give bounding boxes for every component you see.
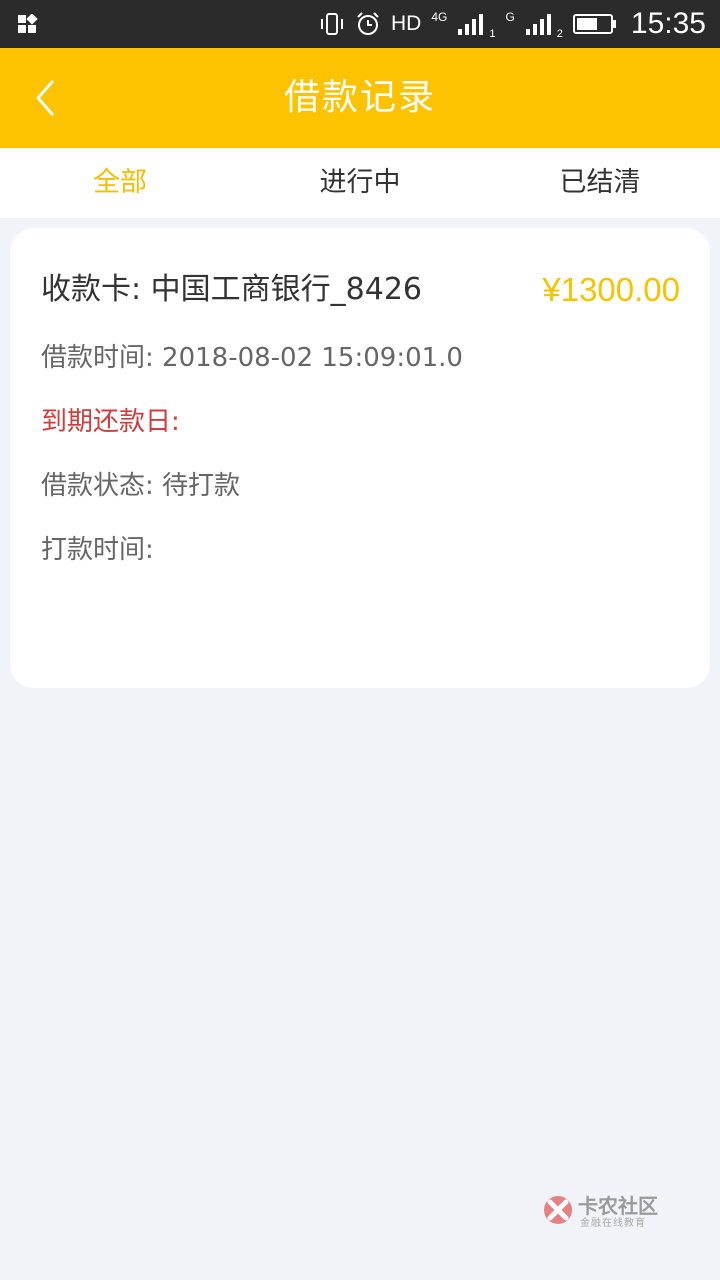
app-grid-icon (17, 14, 39, 36)
watermark-logo-icon (544, 1196, 572, 1224)
battery-icon (572, 13, 617, 35)
loan-time: 借款时间: 2018-08-02 15:09:01.0 (41, 343, 463, 373)
tab-all[interactable]: 全部 (0, 148, 240, 218)
receive-card-label: 收款卡: 中国工商银行_8426 (41, 272, 422, 307)
network-4g-label: 4G (431, 10, 448, 24)
payment-time: 打款时间: (41, 535, 154, 565)
signal-icon (525, 13, 555, 35)
tab-settled[interactable]: 已结清 (480, 148, 720, 218)
loan-amount: ¥1300.00 (542, 271, 680, 308)
alarm-icon (355, 11, 381, 37)
tab-in-progress[interactable]: 进行中 (240, 148, 480, 218)
loan-record-card[interactable]: 收款卡: 中国工商银行_8426 ¥1300.00 借款时间: 2018-08-… (10, 228, 710, 688)
loan-status: 借款状态: 待打款 (41, 471, 241, 501)
sim1-label: 1 (489, 28, 496, 40)
hd-label: HD (390, 12, 422, 35)
title-bar: 借款记录 (0, 48, 720, 148)
status-bar: HD 4G 1 G 2 15:35 (0, 0, 720, 48)
vibrate-icon (319, 11, 345, 37)
tab-bar: 全部 进行中 已结清 (0, 148, 720, 218)
card-header-row: 收款卡: 中国工商银行_8426 ¥1300.00 (41, 268, 680, 312)
page-title: 借款记录 (283, 77, 436, 118)
network-g-label: G (505, 10, 515, 24)
clock: 15:35 (630, 7, 706, 40)
sim2-label: 2 (556, 28, 563, 40)
watermark-subtitle: 金融在线教育 (580, 1218, 646, 1229)
status-icons: HD 4G 1 G 2 15:35 (319, 0, 706, 48)
due-date: 到期还款日: (41, 407, 180, 437)
signal-icon (457, 13, 487, 35)
watermark: 卡农社区 金融在线教育 (540, 1190, 665, 1230)
